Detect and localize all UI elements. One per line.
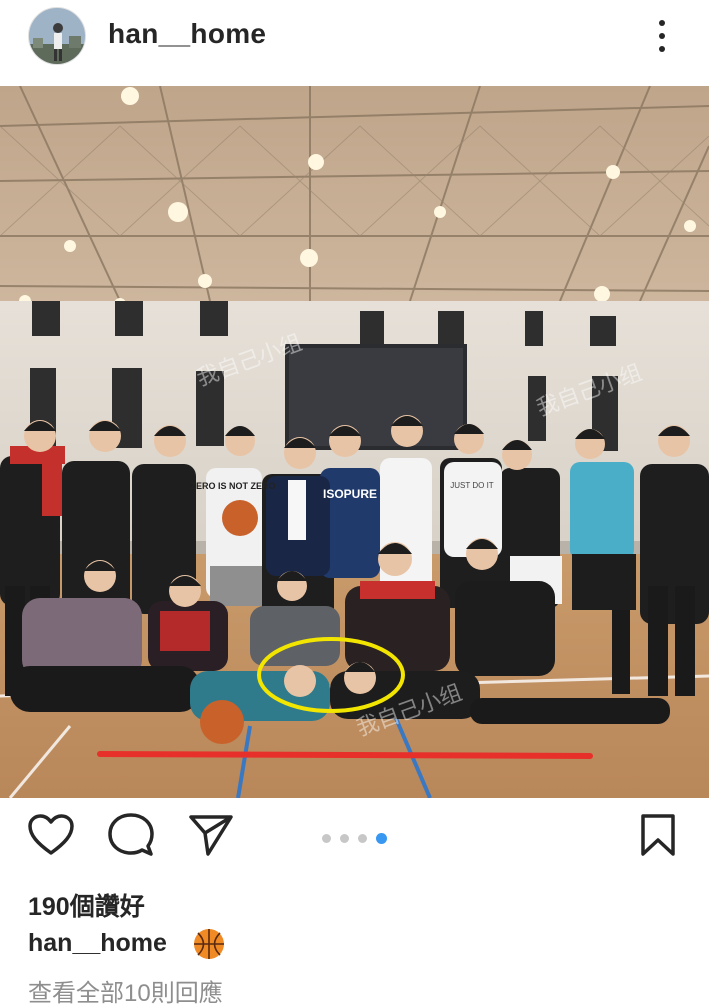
carousel-dot-active (376, 833, 387, 844)
more-dot (659, 20, 665, 26)
post-photo[interactable]: ZERO IS NOT ZERO ISOPURE JUST DO IT 我自己小… (0, 86, 709, 798)
likes-count[interactable]: 190個讚好 (28, 887, 145, 923)
bookmark-icon-svg (641, 814, 675, 856)
comment-icon[interactable] (106, 810, 156, 860)
more-dot (659, 33, 665, 39)
heart-icon[interactable] (26, 810, 76, 860)
comment-icon-svg (108, 813, 154, 856)
send-icon[interactable] (186, 810, 236, 860)
shirt-text-justdoit: JUST DO IT (450, 481, 494, 490)
bookmark-icon[interactable] (633, 810, 683, 860)
basketball-emoji-icon (192, 927, 226, 961)
send-icon-svg (189, 815, 233, 856)
caption-username[interactable]: han__home (28, 929, 167, 958)
shirt-text-zero: ZERO IS NOT ZERO (190, 481, 275, 491)
post-username[interactable]: han__home (108, 18, 266, 50)
carousel-dot (340, 834, 349, 843)
carousel-indicator (322, 833, 392, 846)
red-underline (97, 751, 593, 759)
group-photo-illustration: ZERO IS NOT ZERO ISOPURE JUST DO IT 我自己小… (0, 86, 709, 798)
shirt-text-isopure: ISOPURE (323, 487, 377, 501)
more-vertical-icon[interactable] (650, 18, 674, 54)
carousel-dot (322, 834, 331, 843)
basketball-emoji-svg (194, 929, 224, 959)
view-all-comments-link[interactable]: 查看全部10則回應 (28, 973, 223, 1008)
carousel-dot (358, 834, 367, 843)
post-header: han__home (0, 0, 709, 86)
avatar-image (29, 8, 85, 64)
heart-icon-svg (28, 814, 74, 855)
avatar[interactable] (28, 7, 86, 65)
more-dot (659, 46, 665, 52)
